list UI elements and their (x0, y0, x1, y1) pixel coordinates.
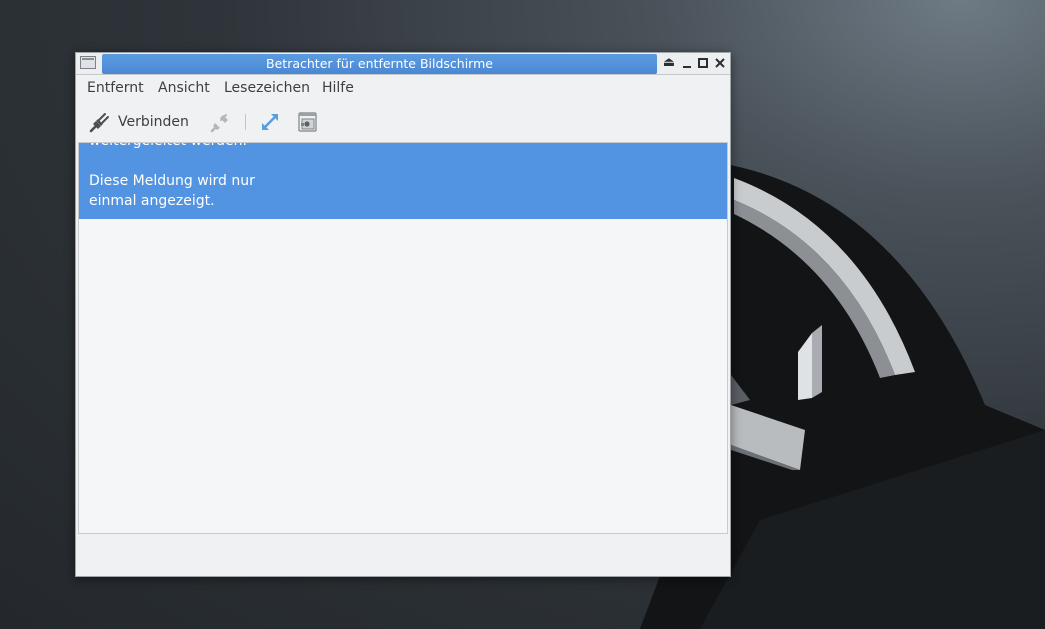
menu-hilfe[interactable]: Hilfe (322, 80, 354, 96)
connect-plug-icon (89, 113, 109, 133)
connect-button[interactable]: Verbinden (88, 111, 189, 133)
window-title: Betrachter für entfernte Bildschirme (102, 54, 657, 74)
screenshot-icon[interactable] (296, 111, 318, 133)
banner-text-line1: Diese Meldung wird nur (89, 173, 255, 189)
toolbar: Verbinden (76, 103, 730, 141)
remote-display-area[interactable]: weitergeleitet werden. Diese Meldung wir… (78, 142, 728, 534)
menu-bar: Entfernt Ansicht Lesezeichen Hilfe (76, 75, 730, 101)
connect-button-label: Verbinden (118, 114, 189, 130)
info-banner: weitergeleitet werden. Diese Meldung wir… (79, 143, 727, 219)
menu-entfernt[interactable]: Entfernt (87, 80, 144, 96)
close-icon[interactable] (712, 55, 728, 71)
banner-text-partial: weitergeleitet werden. (89, 143, 247, 151)
maximize-icon[interactable] (695, 55, 711, 71)
menu-lesezeichen[interactable]: Lesezeichen (224, 80, 310, 96)
status-bar (76, 536, 730, 576)
toolbar-separator (245, 114, 246, 130)
menu-ansicht[interactable]: Ansicht (158, 80, 210, 96)
fullscreen-icon[interactable] (259, 111, 281, 133)
remote-desktop-viewer-window: Betrachter für entfernte Bildschirme ⏏ E… (75, 52, 731, 577)
shade-icon[interactable]: ⏏ (661, 55, 677, 71)
title-bar[interactable]: Betrachter für entfernte Bildschirme ⏏ (76, 53, 730, 75)
window-menu-icon[interactable] (80, 56, 96, 69)
disconnect-plug-icon[interactable] (209, 111, 231, 133)
banner-text-line2: einmal angezeigt. (89, 193, 215, 209)
minimize-icon[interactable] (679, 55, 695, 71)
